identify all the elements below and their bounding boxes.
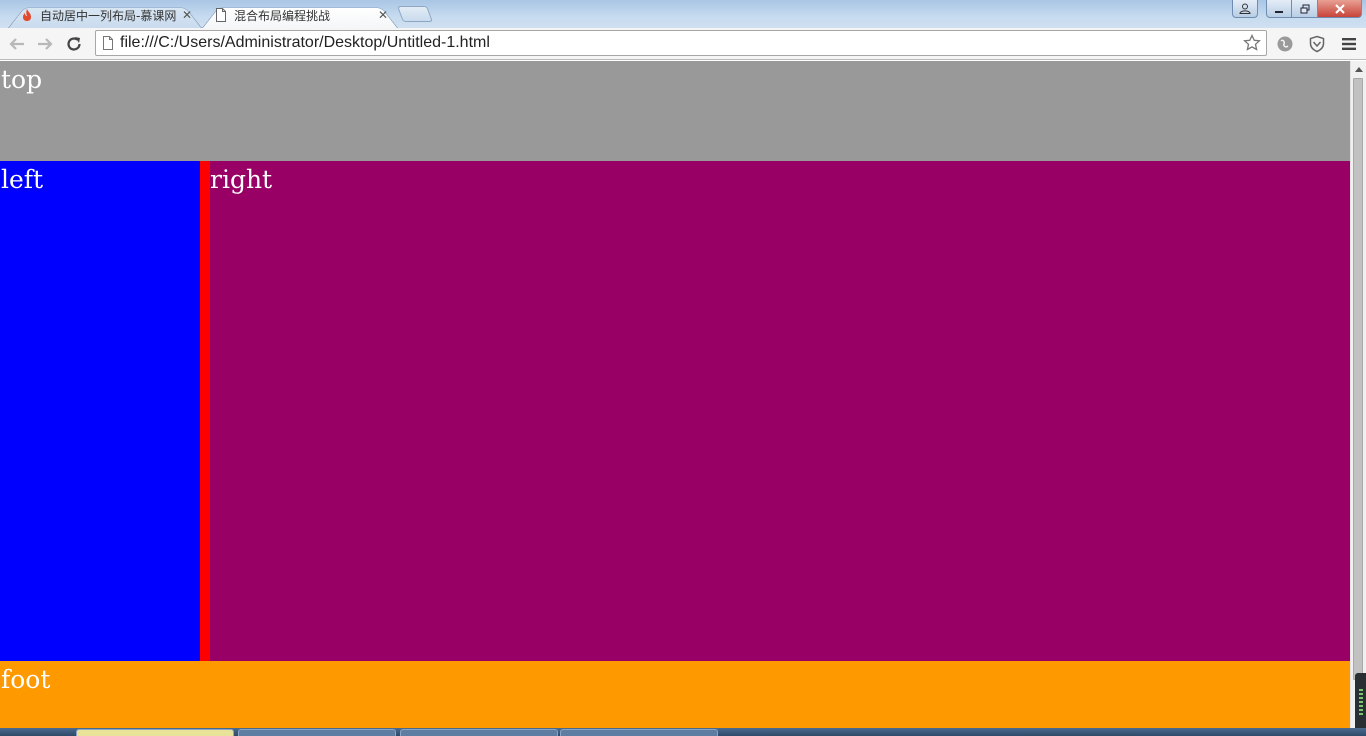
page-icon (103, 36, 113, 50)
address-bar[interactable] (95, 30, 1267, 56)
reload-button[interactable] (62, 32, 86, 56)
taskbar-item[interactable] (76, 729, 234, 736)
forward-button[interactable] (33, 32, 57, 56)
minimize-button[interactable] (1266, 0, 1292, 18)
taskbar-item[interactable] (238, 729, 396, 736)
right-label: right (210, 165, 273, 194)
extension-globe-icon[interactable] (1273, 32, 1297, 56)
forward-arrow-icon (38, 38, 53, 50)
tab-title: 自动居中一列布局-慕课网 (40, 8, 177, 23)
close-tab-icon[interactable]: ✕ (376, 8, 390, 22)
restore-button[interactable] (1292, 0, 1318, 18)
scrollbar-thumb[interactable] (1353, 78, 1363, 680)
close-window-button[interactable] (1318, 0, 1362, 18)
user-icon[interactable] (1232, 0, 1258, 18)
column-gap (200, 161, 210, 661)
browser-window: 自动居中一列布局-慕课网 ✕ 混合布局编程挑战 ✕ file:///C:/Use… (0, 0, 1366, 736)
foot-label: foot (1, 665, 51, 694)
back-button[interactable] (5, 32, 29, 56)
vertical-scrollbar[interactable] (1350, 61, 1366, 736)
taskbar-item[interactable] (400, 729, 558, 736)
new-tab-button[interactable] (397, 6, 433, 22)
tab-strip: 自动居中一列布局-慕课网 ✕ 混合布局编程挑战 ✕ (0, 0, 1366, 29)
close-tab-icon[interactable]: ✕ (180, 8, 194, 22)
taskbar (0, 728, 1366, 736)
page-viewport: top left right foot (0, 61, 1366, 736)
top-label: top (1, 65, 43, 94)
left-label: left (1, 165, 44, 194)
url-input[interactable] (120, 32, 1230, 54)
taskbar-item[interactable] (560, 729, 718, 736)
foot-block: foot (0, 661, 1350, 736)
left-column: left (0, 161, 200, 661)
back-arrow-icon (9, 38, 24, 50)
tab-title: 混合布局编程挑战 (234, 8, 331, 23)
page-content: top left right foot (0, 61, 1350, 736)
flame-icon (20, 8, 34, 22)
browser-toolbar (0, 28, 1366, 60)
scroll-up-arrow-icon[interactable] (1351, 61, 1366, 77)
bookmark-star-icon[interactable] (1242, 33, 1262, 53)
tab-active[interactable]: 混合布局编程挑战 ✕ (202, 2, 398, 29)
menu-icon[interactable] (1337, 32, 1361, 56)
side-meter-widget[interactable] (1355, 673, 1366, 731)
reload-icon (67, 37, 81, 51)
extension-shield-icon[interactable] (1305, 32, 1329, 56)
window-controls (1232, 0, 1362, 18)
tab-inactive[interactable]: 自动居中一列布局-慕课网 ✕ (8, 2, 202, 29)
top-block: top (0, 61, 1350, 161)
page-icon (214, 8, 228, 22)
right-column: right (210, 161, 1350, 661)
